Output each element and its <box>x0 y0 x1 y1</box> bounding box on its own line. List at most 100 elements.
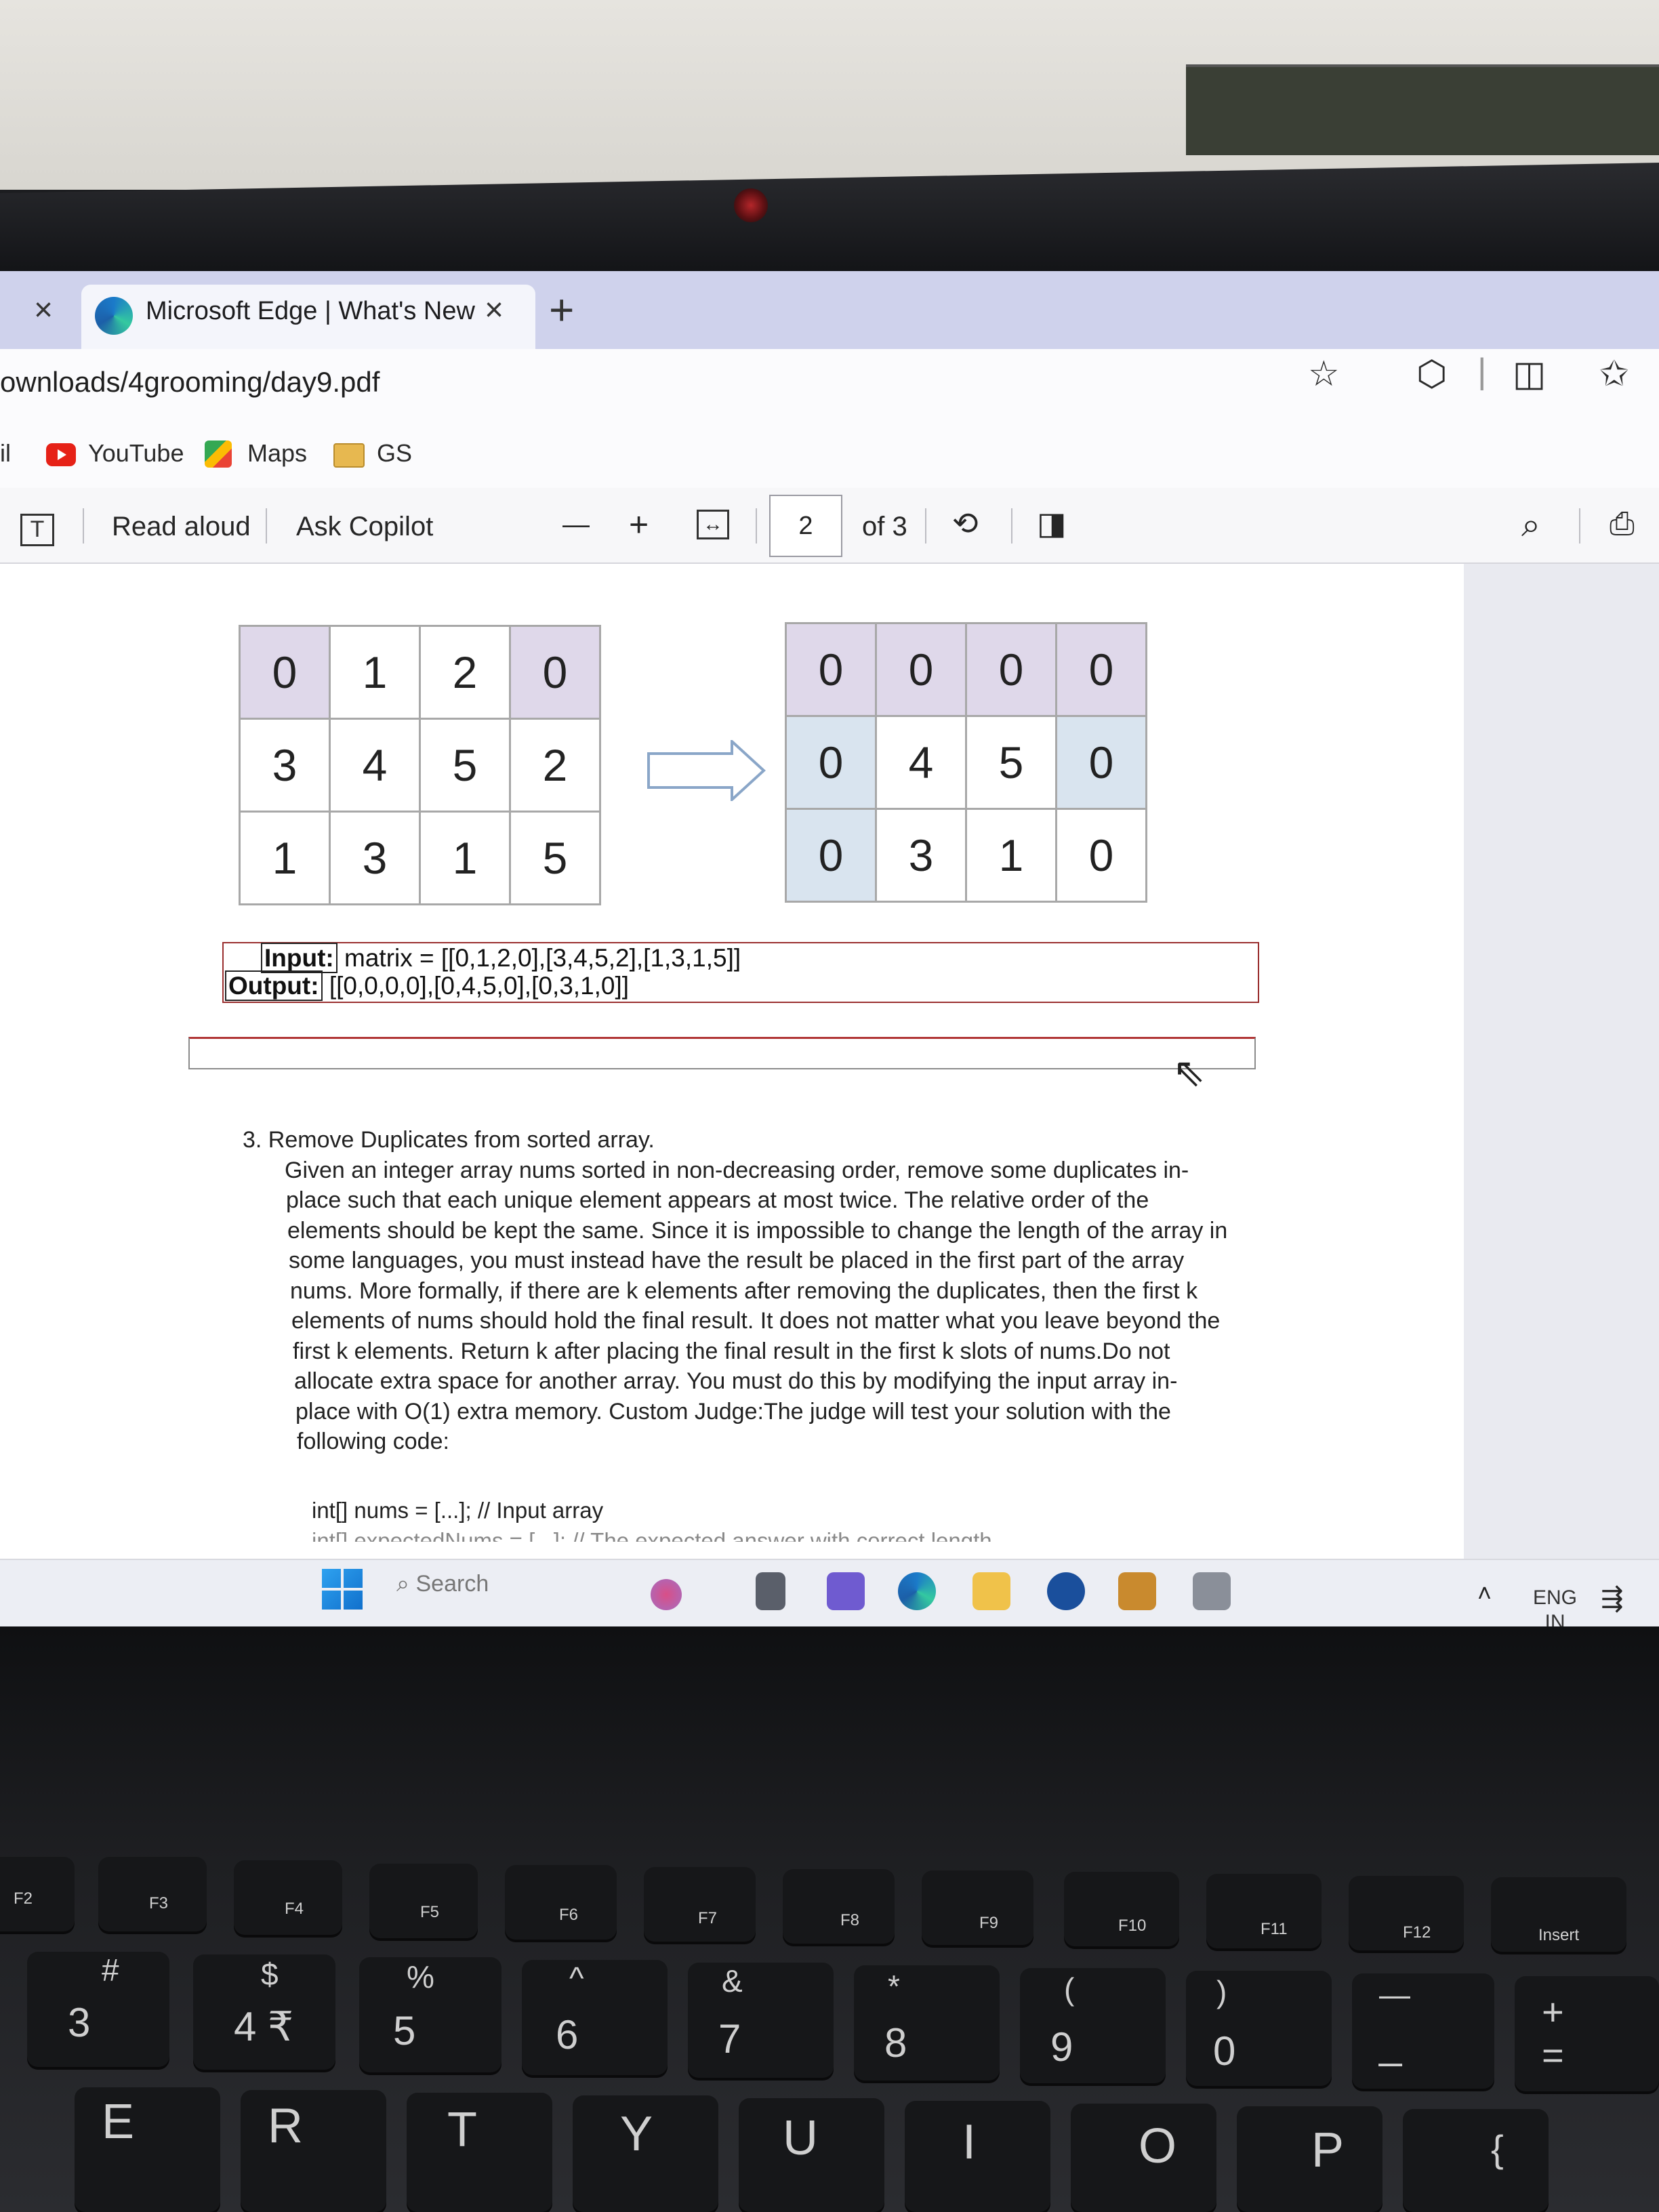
key-8[interactable]: * 8 <box>854 1965 1000 2081</box>
key-9[interactable]: ( 9 <box>1020 1968 1166 2083</box>
app-icon[interactable] <box>1047 1572 1085 1610</box>
key-label: 8 <box>884 2020 907 2066</box>
maps-icon <box>205 441 232 468</box>
key-3[interactable]: # 3 <box>27 1952 169 2067</box>
key-f11[interactable]: F11 <box>1206 1874 1322 1948</box>
file-explorer-icon[interactable] <box>972 1572 1010 1610</box>
key-o[interactable]: O <box>1071 2104 1216 2212</box>
key-label: O <box>1139 2119 1177 2173</box>
key-f3[interactable]: F3 <box>98 1857 207 1931</box>
bookmark-gs[interactable]: GS <box>377 439 412 468</box>
text-icon[interactable]: T <box>20 514 54 546</box>
edge-favicon-icon <box>95 297 133 335</box>
tab-close-icon[interactable]: × <box>485 291 504 329</box>
key-label: 6 <box>556 2012 579 2057</box>
key-label: 9 <box>1050 2024 1073 2070</box>
matrix-cell: 3 <box>239 718 331 813</box>
bookmark-mail[interactable]: il <box>0 439 11 468</box>
matrix-cell: 4 <box>329 718 421 813</box>
url-field[interactable]: ownloads/4grooming/day9.pdf <box>0 366 380 398</box>
key-f2[interactable]: F2 <box>0 1857 75 1931</box>
key-shift-label: $ <box>261 1957 279 1992</box>
key-label: _ <box>1379 2022 1402 2067</box>
key-label: F8 <box>840 1911 860 1929</box>
app-icon[interactable] <box>1118 1572 1156 1610</box>
print-icon[interactable]: ⎙ <box>1610 505 1635 543</box>
extensions-icon[interactable]: ⬡ <box>1416 354 1447 394</box>
key-u[interactable]: U <box>739 2098 884 2212</box>
key-equals[interactable]: + = <box>1515 1976 1659 2091</box>
problem-line: following code: <box>297 1429 449 1454</box>
matrix-cell: 3 <box>875 808 967 903</box>
favorites-list-icon[interactable]: ✩ <box>1599 354 1629 394</box>
bookmark-maps[interactable]: Maps <box>247 439 307 468</box>
matrix-cell: 0 <box>965 622 1057 717</box>
key-label: Y <box>620 2107 653 2161</box>
app-icon[interactable] <box>756 1572 785 1610</box>
key-label: F9 <box>979 1914 999 1932</box>
taskbar-search[interactable]: ⌕ Search <box>396 1571 489 1597</box>
key-r[interactable]: R <box>241 2090 386 2212</box>
previous-tab-close-icon[interactable]: × <box>34 291 53 329</box>
key-f4[interactable]: F4 <box>234 1860 342 1935</box>
tab-title[interactable]: Microsoft Edge | What's New <box>146 297 475 326</box>
key-label: F3 <box>149 1894 169 1912</box>
key-t[interactable]: T <box>407 2093 552 2212</box>
key-label: Insert <box>1538 1926 1580 1944</box>
matrix-cell: 0 <box>1055 808 1147 903</box>
matrix-cell: 5 <box>509 811 601 905</box>
key-label: F4 <box>285 1900 304 1918</box>
network-icon[interactable]: ⇶ <box>1601 1583 1624 1614</box>
key-5[interactable]: % 5 <box>359 1957 501 2072</box>
split-screen-icon[interactable]: ◫ <box>1513 354 1546 394</box>
separator-icon: | <box>1477 352 1487 391</box>
key-e[interactable]: E <box>75 2087 220 2212</box>
key-y[interactable]: Y <box>573 2095 718 2212</box>
key-f9[interactable]: F9 <box>922 1870 1033 1945</box>
rotate-icon[interactable]: ⟲ <box>952 505 979 541</box>
toolbar-separator <box>266 508 267 544</box>
key-minus[interactable]: — _ <box>1352 1973 1494 2089</box>
fit-page-icon[interactable]: ↔ <box>697 510 729 539</box>
zoom-out-button[interactable]: — <box>562 510 590 540</box>
key-f10[interactable]: F10 <box>1064 1872 1179 1946</box>
key-6[interactable]: ^ 6 <box>522 1960 668 2075</box>
teams-icon[interactable] <box>827 1572 865 1610</box>
output-value: [[0,0,0,0],[0,4,5,0],[0,3,1,0]] <box>322 972 630 1000</box>
key-f6[interactable]: F6 <box>505 1865 617 1940</box>
edge-taskbar-icon[interactable] <box>898 1572 936 1610</box>
key-bracket[interactable]: { <box>1403 2109 1549 2212</box>
matrix-cell: 5 <box>965 715 1057 810</box>
key-4[interactable]: $ 4 ₹ <box>193 1954 335 2070</box>
new-tab-button[interactable]: + <box>549 285 574 335</box>
zoom-in-button[interactable]: + <box>629 505 649 544</box>
key-f7[interactable]: F7 <box>644 1867 756 1942</box>
ask-copilot-button[interactable]: Ask Copilot <box>296 512 433 542</box>
key-label: P <box>1311 2123 1345 2177</box>
matrix-cell: 0 <box>1055 715 1147 810</box>
key-7[interactable]: & 7 <box>688 1963 834 2078</box>
problem-line: place such that each unique element appe… <box>286 1187 1149 1213</box>
key-f5[interactable]: F5 <box>369 1864 478 1938</box>
key-f12[interactable]: F12 <box>1349 1876 1464 1950</box>
read-aloud-button[interactable]: Read aloud <box>112 512 251 542</box>
key-i[interactable]: I <box>905 2101 1050 2212</box>
app-icon[interactable] <box>1193 1572 1231 1610</box>
matrix-cell: 0 <box>509 625 601 720</box>
key-insert[interactable]: Insert <box>1491 1877 1626 1952</box>
favorite-star-icon[interactable]: ☆ <box>1308 354 1340 394</box>
page-count: of 3 <box>862 512 907 541</box>
page-number-input[interactable]: 2 <box>769 495 842 557</box>
chevron-up-icon[interactable]: ˄ <box>1477 1579 1492 1607</box>
bookmark-youtube[interactable]: YouTube <box>88 439 184 468</box>
windows-start-icon[interactable] <box>322 1569 363 1610</box>
key-f8[interactable]: F8 <box>783 1869 895 1944</box>
key-p[interactable]: P <box>1237 2106 1382 2212</box>
problem-line: Given an integer array nums sorted in no… <box>285 1157 1189 1183</box>
widgets-icon[interactable] <box>651 1579 682 1610</box>
key-label: F7 <box>698 1909 718 1927</box>
search-icon[interactable]: ⌕ <box>1521 505 1540 545</box>
page-view-icon[interactable]: ◨ <box>1037 505 1066 541</box>
key-0[interactable]: ) 0 <box>1186 1971 1332 2086</box>
taskbar-search-placeholder: Search <box>415 1571 489 1597</box>
